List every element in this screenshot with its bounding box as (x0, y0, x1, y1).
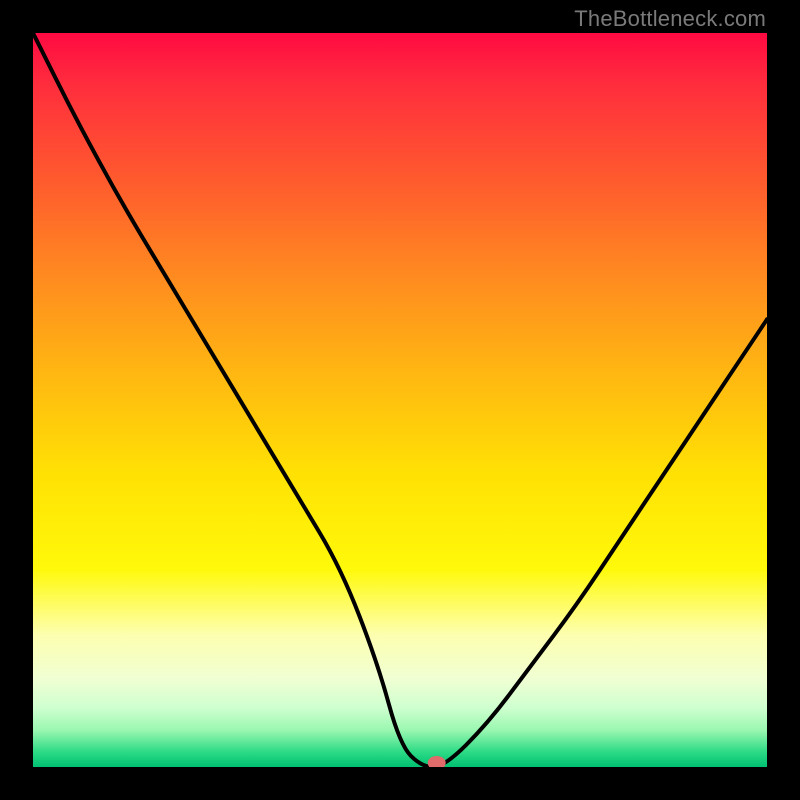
marker-dot (428, 756, 446, 767)
chart-frame: TheBottleneck.com (0, 0, 800, 800)
bottleneck-curve (33, 33, 767, 767)
plot-area (33, 33, 767, 767)
watermark-text: TheBottleneck.com (574, 6, 766, 32)
